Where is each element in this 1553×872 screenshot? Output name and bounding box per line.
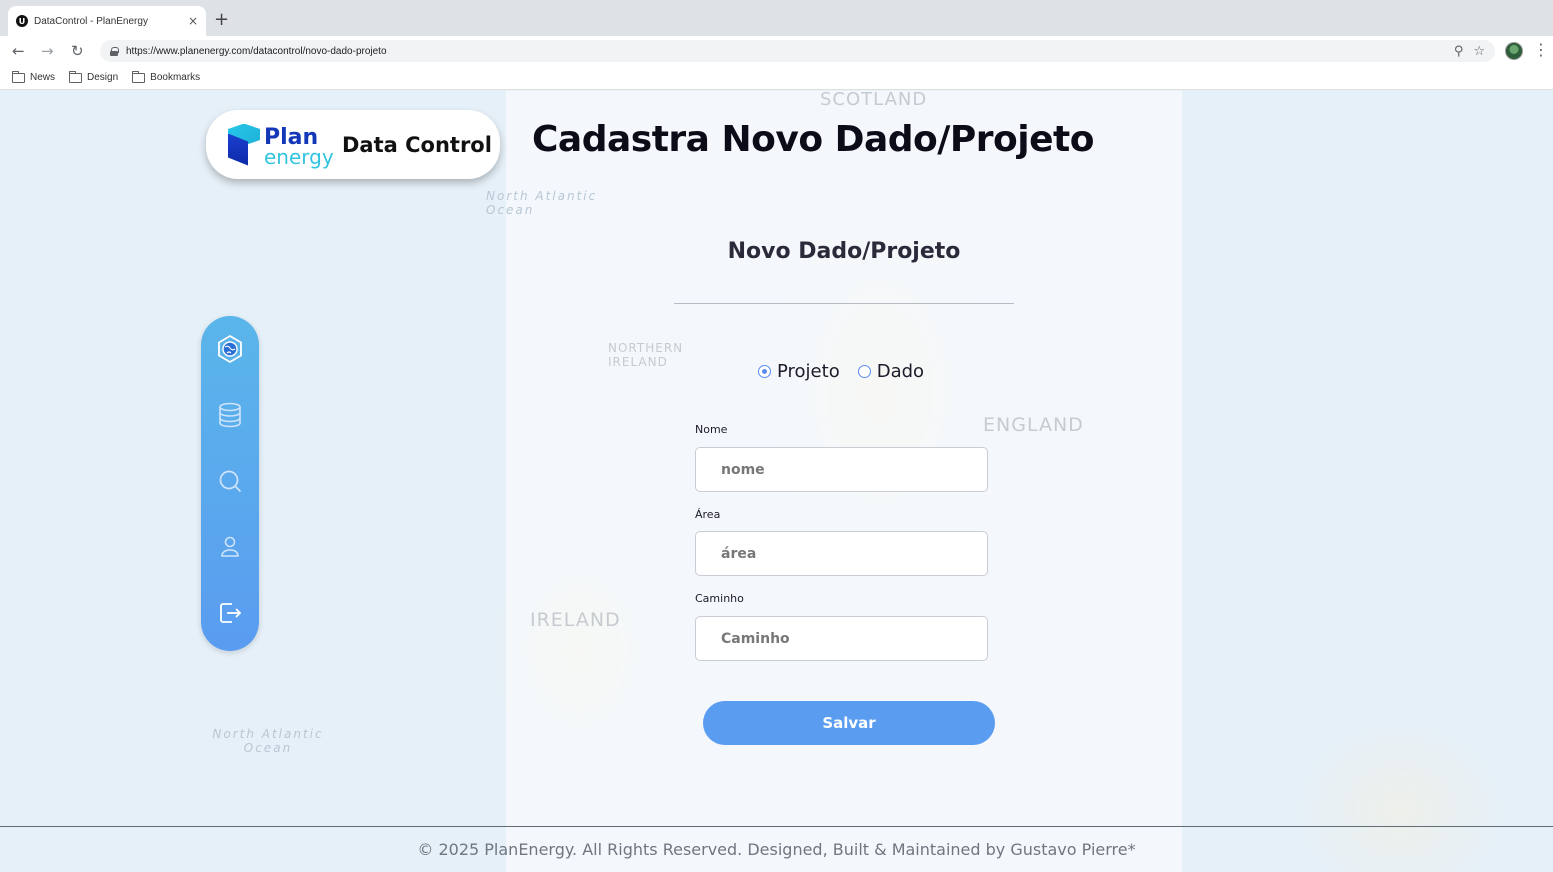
map-label-scotland: SCOTLAND [820, 91, 928, 110]
browser-tab[interactable]: U DataControl - PlanEnergy × [8, 6, 206, 36]
sidebar-item-search[interactable] [215, 466, 245, 496]
form-title: Novo Dado/Projeto [727, 239, 961, 264]
bookmark-label: Bookmarks [150, 72, 201, 83]
map-label-ocean: North Atlantic Ocean [212, 727, 324, 755]
caminho-label: Caminho [695, 592, 744, 605]
caminho-input[interactable] [695, 616, 988, 661]
profile-avatar[interactable] [1505, 42, 1523, 60]
zoom-search-icon[interactable]: ⚲ [1454, 44, 1464, 59]
new-tab-button[interactable]: + [214, 10, 229, 30]
search-icon [219, 470, 241, 492]
logout-icon [220, 603, 242, 623]
folder-icon [132, 70, 146, 83]
footer-copyright: © 2025 PlanEnergy. All Rights Reserved. … [417, 840, 1136, 859]
save-button[interactable]: Salvar [703, 701, 995, 745]
logo-wordmark: Plan energy [264, 120, 340, 170]
sidebar-item-user[interactable] [215, 532, 245, 562]
nome-label: Nome [695, 423, 728, 436]
site-favicon-icon: U [16, 15, 28, 27]
logo-card[interactable]: Plan energy Data Control [206, 110, 500, 179]
logo-energy-text: energy [264, 144, 334, 169]
tab-title: DataControl - PlanEnergy [34, 15, 148, 27]
globe-hexagon-icon [218, 334, 242, 364]
sidebar-item-database[interactable] [215, 400, 245, 430]
radio-unselected-icon[interactable] [857, 365, 871, 378]
bookmarks-bar: News Design Bookmarks [0, 66, 1553, 90]
back-arrow-icon[interactable]: ← [12, 42, 25, 60]
database-icon [219, 402, 241, 428]
browser-tab-bar: U DataControl - PlanEnergy × + [0, 0, 1553, 36]
lock-icon [110, 46, 119, 56]
sidebar-item-logout[interactable] [215, 598, 245, 628]
nome-input[interactable] [695, 447, 988, 492]
radio-label: Projeto [777, 361, 840, 382]
user-icon [221, 536, 239, 557]
bookmark-star-icon[interactable]: ☆ [1473, 44, 1485, 59]
forward-arrow-icon[interactable]: → [41, 42, 54, 60]
radio-projeto[interactable]: Projeto [758, 361, 840, 382]
planenergy-logo-icon [228, 123, 260, 166]
browser-menu-icon[interactable]: ⋮ [1533, 40, 1549, 60]
map-label-ireland: IRELAND [530, 609, 621, 631]
sidebar-item-map[interactable] [215, 334, 245, 364]
map-label-england: ENGLAND [983, 414, 1084, 436]
product-name: Data Control [342, 132, 492, 157]
radio-selected-icon[interactable] [758, 365, 771, 378]
bookmark-design[interactable]: Design [69, 70, 119, 83]
area-label: Área [695, 508, 721, 521]
footer-divider [0, 826, 1553, 827]
form-divider [674, 303, 1014, 304]
browser-toolbar: ← → ↻ https://www.planenergy.com/datacon… [0, 36, 1553, 66]
bookmark-news[interactable]: News [12, 70, 56, 83]
bookmark-label: News [30, 72, 56, 83]
sidebar-nav [201, 316, 259, 651]
bookmark-label: Design [87, 72, 119, 83]
bookmark-bookmarks[interactable]: Bookmarks [132, 70, 201, 83]
radio-label: Dado [876, 361, 925, 382]
address-bar[interactable]: https://www.planenergy.com/datacontrol/n… [100, 40, 1495, 62]
reload-icon[interactable]: ↻ [71, 42, 84, 60]
radio-dado[interactable]: Dado [857, 361, 925, 382]
type-radio-group: Projeto Dado [758, 361, 942, 382]
map-label-ocean: North Atlantic Ocean [486, 189, 598, 217]
area-input[interactable] [695, 531, 988, 576]
folder-icon [12, 70, 25, 83]
url-text[interactable]: https://www.planenergy.com/datacontrol/n… [126, 46, 1454, 57]
page-title: Cadastra Novo Dado/Projeto [532, 119, 1094, 160]
folder-icon [69, 70, 83, 83]
map-label-northern-ireland: NORTHERN IRELAND [608, 341, 684, 369]
page-content: SCOTLAND North Atlantic Ocean NORTHERN I… [0, 91, 1553, 872]
tab-close-icon[interactable]: × [188, 14, 198, 28]
